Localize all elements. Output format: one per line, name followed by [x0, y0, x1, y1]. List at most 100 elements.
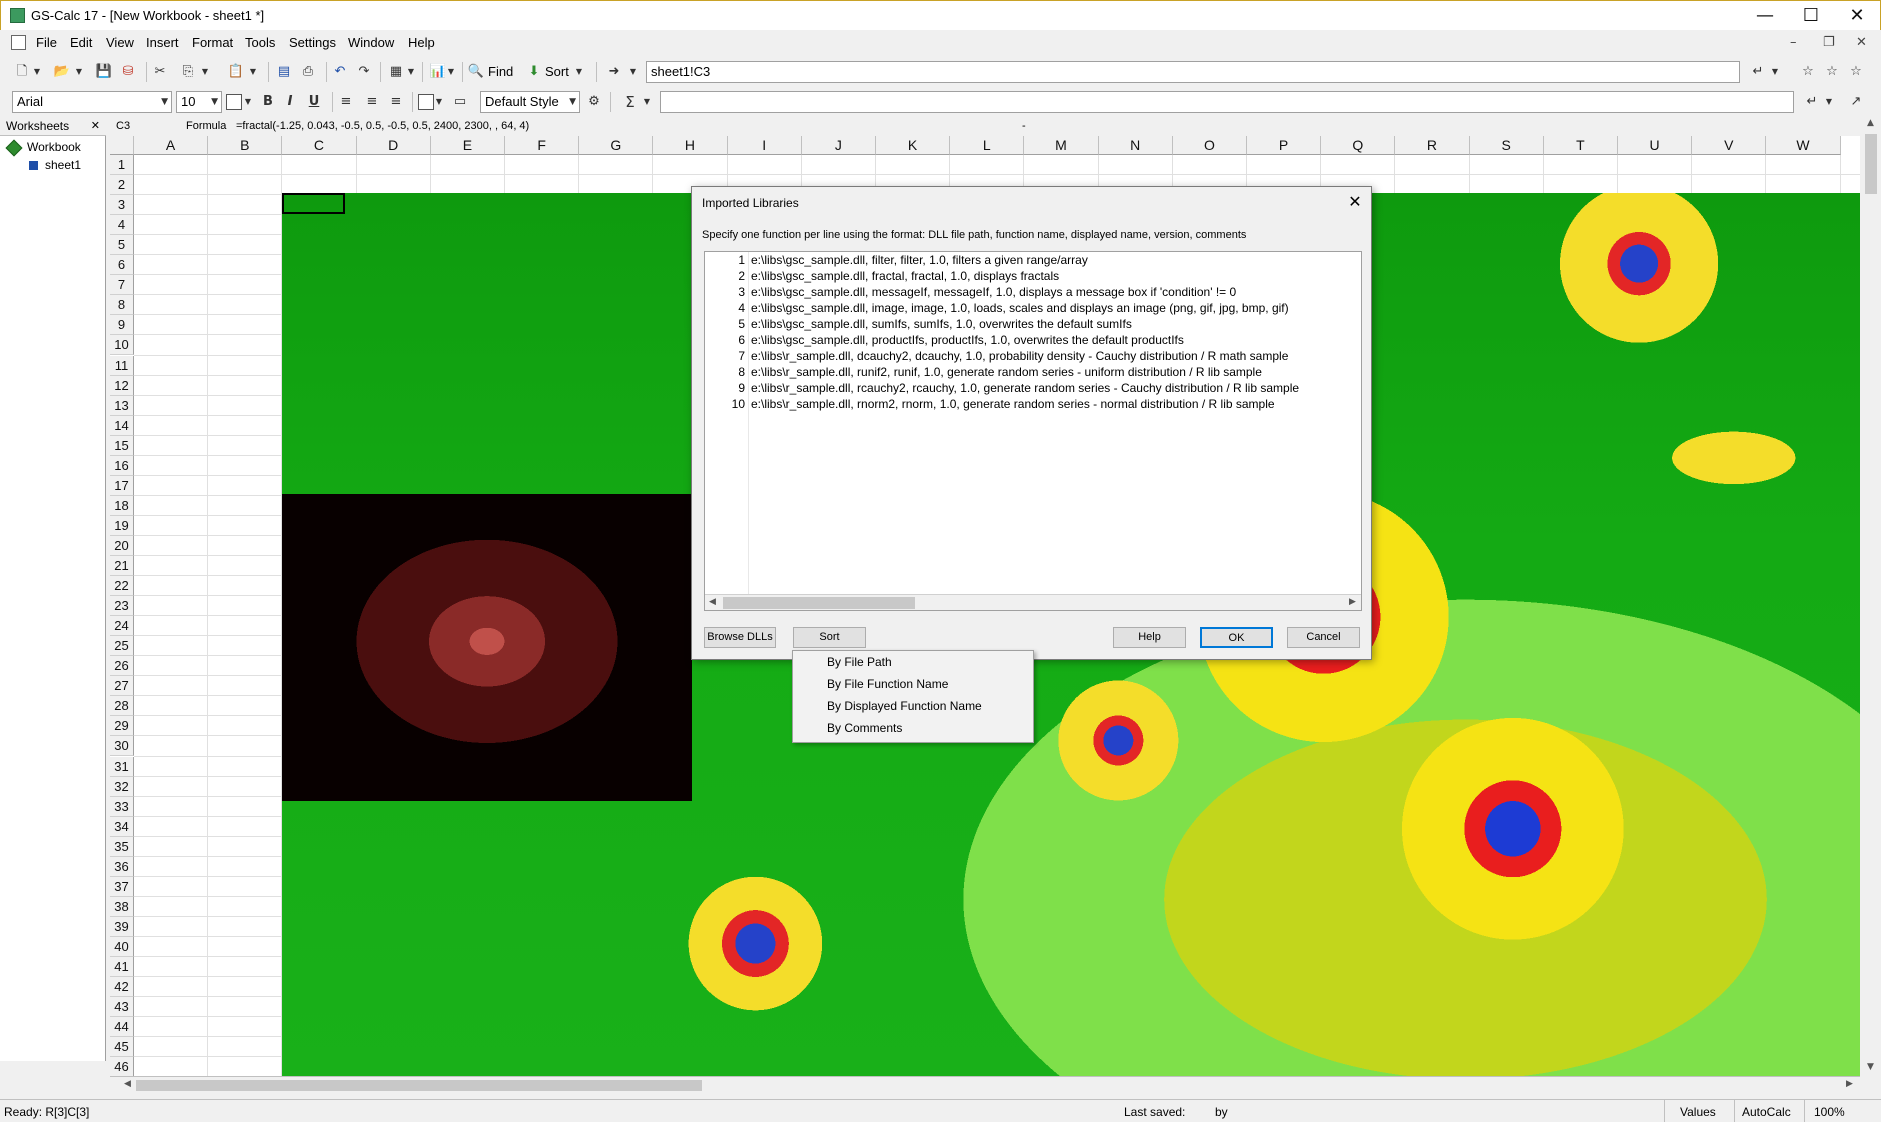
row-header[interactable]: 37	[110, 876, 134, 897]
row-header[interactable]: 4	[110, 215, 134, 236]
chevron-down-icon[interactable]: ▼	[32, 62, 42, 82]
menu-item-sort-file-path[interactable]: By File Path	[827, 655, 892, 669]
row-header[interactable]: 1	[110, 155, 134, 175]
status-zoom[interactable]: 100%	[1814, 1105, 1845, 1119]
mdi-minimize-icon[interactable]: –	[1790, 35, 1797, 50]
library-entry-line[interactable]: e:\libs\gsc_sample.dll, messageIf, messa…	[751, 285, 1236, 299]
border-icon[interactable]	[418, 94, 434, 110]
editor-horizontal-scrollbar[interactable]: ◀ ▶	[705, 594, 1361, 610]
font-select[interactable]: Arial ▼	[12, 91, 172, 113]
row-header[interactable]: 38	[110, 896, 134, 917]
row-header[interactable]: 41	[110, 957, 134, 977]
library-entry-line[interactable]: e:\libs\r_sample.dll, rnorm2, rnorm, 1.0…	[751, 397, 1275, 411]
row-header[interactable]: 23	[110, 596, 134, 617]
row-header[interactable]: 2	[110, 175, 134, 196]
status-values[interactable]: Values	[1680, 1105, 1716, 1119]
library-entry-line[interactable]: e:\libs\gsc_sample.dll, sumIfs, sumIfs, …	[751, 317, 1132, 331]
copy-icon[interactable]: ⎘	[178, 62, 198, 82]
select-all-corner[interactable]	[110, 136, 134, 155]
open-icon[interactable]: 📂	[52, 62, 72, 82]
cell-reference-input[interactable]: sheet1!C3	[646, 61, 1740, 83]
chevron-down-icon[interactable]: ▼	[446, 62, 456, 82]
chart-icon[interactable]: 📊	[428, 62, 448, 82]
chevron-down-icon[interactable]: ▼	[574, 62, 584, 82]
scroll-up-icon[interactable]: ▲	[1867, 118, 1874, 128]
chevron-down-icon[interactable]: ▼	[248, 62, 258, 82]
chevron-down-icon[interactable]: ▼	[434, 92, 444, 112]
row-header[interactable]: 10	[110, 335, 134, 356]
column-header[interactable]: A	[134, 136, 209, 155]
align-center-icon[interactable]: ≡	[362, 92, 382, 112]
row-header[interactable]: 46	[110, 1057, 134, 1076]
row-header[interactable]: 30	[110, 736, 134, 757]
tree-item-sheet1[interactable]: sheet1	[45, 158, 81, 172]
column-header[interactable]: F	[505, 136, 580, 155]
formula-input[interactable]	[660, 91, 1794, 113]
scroll-right-icon[interactable]: ▶	[1846, 1079, 1853, 1089]
column-header[interactable]: D	[356, 136, 431, 155]
library-entry-line[interactable]: e:\libs\gsc_sample.dll, filter, filter, …	[751, 253, 1088, 267]
column-header[interactable]: C	[282, 136, 357, 155]
row-header[interactable]: 7	[110, 275, 134, 296]
column-header[interactable]: E	[430, 136, 505, 155]
row-header[interactable]: 33	[110, 796, 134, 817]
help-button[interactable]: Help	[1113, 627, 1186, 648]
row-header[interactable]: 29	[110, 716, 134, 737]
print-icon[interactable]: ⎙	[298, 62, 318, 82]
row-header[interactable]: 19	[110, 515, 134, 536]
row-header[interactable]: 6	[110, 255, 134, 276]
column-header[interactable]: G	[579, 136, 654, 155]
menu-item-sort-file-function-name[interactable]: By File Function Name	[827, 677, 948, 691]
menu-insert[interactable]: Insert	[146, 35, 179, 50]
row-header[interactable]: 16	[110, 455, 134, 476]
chevron-down-icon[interactable]: ▼	[74, 62, 84, 82]
column-header[interactable]: L	[950, 136, 1025, 155]
chevron-down-icon[interactable]: ▼	[1770, 62, 1780, 82]
menu-tools[interactable]: Tools	[245, 35, 275, 50]
star-add-icon[interactable]: ☆	[1822, 62, 1842, 82]
row-header[interactable]: 25	[110, 636, 134, 657]
menu-view[interactable]: View	[106, 35, 134, 50]
enter-icon[interactable]: ↵	[1748, 62, 1768, 82]
goto-arrow-icon[interactable]: ➜	[604, 62, 624, 82]
browse-dlls-button[interactable]: Browse DLLs	[704, 627, 776, 648]
cell-format-icon[interactable]: ▭	[450, 92, 470, 112]
column-header[interactable]: N	[1098, 136, 1173, 155]
row-header[interactable]: 24	[110, 616, 134, 637]
column-header[interactable]: I	[727, 136, 802, 155]
column-header[interactable]: P	[1247, 136, 1322, 155]
ok-button[interactable]: OK	[1200, 627, 1273, 648]
row-header[interactable]: 18	[110, 495, 134, 516]
row-header[interactable]: 45	[110, 1037, 134, 1058]
style-select[interactable]: Default Style ▼	[480, 91, 580, 113]
enter-icon[interactable]: ↵	[1802, 92, 1822, 112]
chevron-down-icon[interactable]: ▼	[243, 92, 253, 112]
settings-gear-icon[interactable]: ⚙	[584, 92, 604, 112]
row-header[interactable]: 21	[110, 556, 134, 576]
menu-settings[interactable]: Settings	[289, 35, 336, 50]
row-header[interactable]: 12	[110, 375, 134, 396]
library-entry-line[interactable]: e:\libs\r_sample.dll, dcauchy2, dcauchy,…	[751, 349, 1288, 363]
column-header[interactable]: Q	[1321, 136, 1396, 155]
chevron-down-icon[interactable]: ▼	[642, 92, 652, 112]
menu-edit[interactable]: Edit	[70, 35, 92, 50]
row-header[interactable]: 40	[110, 936, 134, 957]
cut-icon[interactable]: ✂	[150, 62, 170, 82]
vertical-scrollbar[interactable]: ▲ ▼	[1861, 116, 1881, 1076]
mdi-close-icon[interactable]: ✕	[1856, 35, 1867, 50]
cancel-button[interactable]: Cancel	[1287, 627, 1360, 648]
sum-icon[interactable]: Σ	[620, 92, 640, 112]
row-header[interactable]: 20	[110, 535, 134, 556]
column-header[interactable]: R	[1395, 136, 1470, 155]
menu-format[interactable]: Format	[192, 35, 233, 50]
row-header[interactable]: 14	[110, 415, 134, 436]
scroll-right-icon[interactable]: ▶	[1349, 597, 1356, 607]
sort-button[interactable]: Sort	[793, 627, 866, 648]
row-header[interactable]: 26	[110, 656, 134, 677]
column-header[interactable]: U	[1618, 136, 1693, 155]
align-left-icon[interactable]: ≡	[336, 92, 356, 112]
row-header[interactable]: 17	[110, 475, 134, 496]
library-entry-line[interactable]: e:\libs\gsc_sample.dll, fractal, fractal…	[751, 269, 1059, 283]
menu-file[interactable]: File	[36, 35, 57, 50]
chevron-down-icon[interactable]: ▼	[200, 62, 210, 82]
